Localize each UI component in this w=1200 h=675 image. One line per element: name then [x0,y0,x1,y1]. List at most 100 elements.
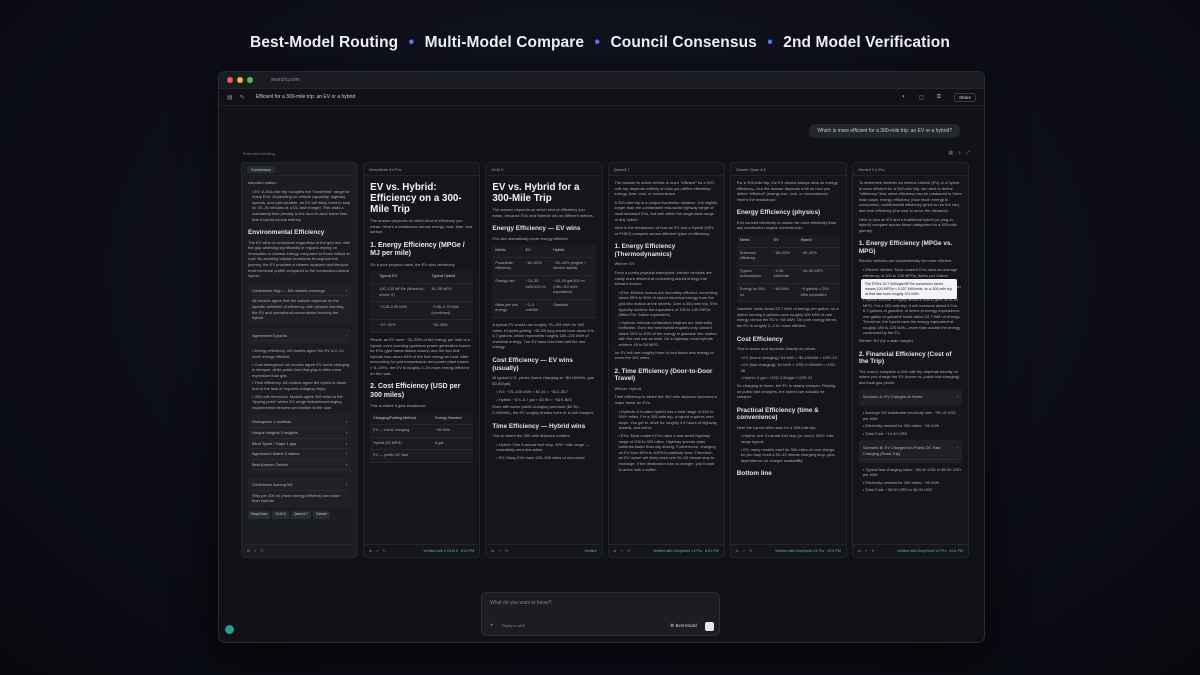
model-name-tag[interactable]: GLM 5 [491,167,503,172]
bullet-text: Energy efficiency: All models agree the … [252,348,344,359]
attach-icon[interactable]: + [490,623,494,629]
summary-row[interactable]: Blind Spots / Gaps 1 gap › [252,439,348,450]
summary-row[interactable]: Agreement 5 points › [252,331,348,342]
summary-row[interactable]: Unique Insights 3 insights › [252,428,348,439]
grid-view-icon[interactable]: ▦ [948,150,953,156]
summary-box[interactable]: Divergence 2 conflicts › Unique Insights 3… [248,414,352,474]
list-view-icon[interactable]: ≡ [958,150,961,156]
table-row: Typical consumption ~0.28 kWh/mile ~45–55 … [736,265,840,285]
model-name-tag[interactable]: Gemini 3.1 Pro [858,167,885,172]
summary-box[interactable]: Confidence Among 5/6 › Why per 300 mi (mor… [248,477,352,508]
model-chip[interactable]: GLM 5 [272,511,289,519]
table-row: Miles per unit energy ~3–4 mi/kWh Gasoline [492,299,596,319]
summary-box[interactable]: Confidence High — 5/6 models converge › Al… [248,282,352,324]
app-window: searchq.com ▤ ✎ Efficient for a 300-mile… [218,71,985,643]
comparison-table: Charging/Fueling Method Energy Needed EV —… [370,412,474,464]
summary-row[interactable]: Agreement Matrix 5 claims › [252,449,348,460]
paragraph: Result: an EV uses ~30–35% of the energy… [370,336,471,376]
chevron-right-icon: › [345,482,348,488]
headline-item-verification: 2nd Model Verification [783,34,950,51]
table-row: Energy use ~25–35 kWh/100 mi ~25–35 gal/10… [492,275,596,300]
copy-icon[interactable]: ⧉ [614,549,617,553]
bookmark-icon[interactable]: ◻ [919,94,924,101]
minimize-window-button[interactable] [237,77,243,83]
model-name-tag[interactable]: Qwen3.7 [614,167,630,172]
summary-row[interactable]: Confidence High — 5/6 models converge › [252,286,348,297]
model-chip[interactable]: DeepSeek [248,511,271,519]
share-icon[interactable]: ↗ [620,549,623,553]
summary-box[interactable]: Agreement 5 points › [248,327,352,345]
copy-icon[interactable]: ⧉ [736,549,739,553]
regenerate-icon[interactable]: ↻ [383,549,386,553]
model-name-tag[interactable]: Consensus [247,165,276,173]
model-name-tag[interactable]: Claude Opus 4.6 [736,167,766,172]
bullet-text: EV: ~75–105 kWh × $0.16 = ~$12–$17 [498,389,569,395]
model-chip[interactable]: Gemini [312,511,330,519]
regenerate-icon[interactable]: ↻ [261,549,264,553]
regenerate-icon[interactable]: ↻ [749,549,752,553]
copy-icon[interactable]: ⧉ [369,549,372,553]
user-avatar[interactable] [225,625,234,634]
comparison-table: Metric EV Hybrid Powertrain efficiency ~80–9… [492,245,596,319]
send-button[interactable] [705,622,714,631]
regenerate-icon[interactable]: ↻ [505,549,508,553]
verified-badge[interactable]: Verified with DeepSeek V4 Pro · 6:01 PM [775,549,841,553]
regenerate-icon[interactable]: ↻ [627,549,630,553]
expand-icon[interactable]: ⤢ [966,150,970,156]
table-row: EV — public DC fast [370,449,474,464]
summary-row[interactable]: Divergence 2 conflicts › [252,417,348,428]
table-row: ~87–92% ~35–38% [370,319,474,333]
table-cell: ~6 gallons ≈ 200 kWh equivalent [797,283,840,303]
model-columns: Consensus standard station. • EV: A 300-mi… [241,162,970,558]
bullet-item: • Hybrid: one 5-minute fuel stop (or non… [741,433,840,444]
close-window-button[interactable] [227,77,233,83]
maximize-window-button[interactable] [247,77,253,83]
chevron-right-icon: › [345,419,348,425]
share-icon[interactable]: ↗ [254,549,257,553]
verified-badge[interactable]: Verified with Z GLM 5 · 6:00 PM [423,549,474,553]
summary-row-label: Confidence High — 5/6 models converge [252,287,325,293]
share-icon[interactable]: ↗ [742,549,745,553]
column-footer: ⧉ ↗ ↻ Verified with DeepSeek V4 Pro · 6:01 … [730,544,846,557]
verified-badge[interactable]: Verified with DeepSeek V4 Pro · 6:01 PM [897,549,963,553]
sidebar-toggle-icon[interactable]: ▤ [227,94,233,101]
model-selector[interactable]: ⌘ Best Model [670,623,697,629]
summary-row[interactable]: Confidence Among 5/6 › [252,480,348,491]
reply-all-toggle[interactable]: Reply in all 6 [502,623,525,628]
summary-row[interactable]: Scenario A: EV Charged at Home › [862,392,959,404]
top-toolbar: ▤ ✎ Efficient for a 300-mile trip: an EV… [219,89,984,106]
share-button[interactable]: Share [953,92,976,102]
copy-icon[interactable]: ⧉ [247,549,250,553]
composer-input[interactable]: What do you want to know? [490,600,551,606]
table-row: ~0.28–0.35 kWh ~0.68–0.75 kWh (combined) [370,301,474,321]
verified-badge[interactable]: Verified with DeepSeek V4 Pro · 6:01 PM [653,549,719,553]
verified-badge[interactable]: Verified [585,549,597,553]
share-icon[interactable]: ↗ [376,549,379,553]
composer[interactable]: What do you want to know? + Reply in all… [481,592,720,636]
thinking-status[interactable]: Extended thinking [243,151,275,156]
summary-row-label: Confidence Among 5/6 [252,482,293,488]
share-icon[interactable]: ↗ [498,549,501,553]
summary-box[interactable]: Scenario B: EV Charged via Public DC Fas… [858,440,963,463]
model-name-tag[interactable]: DeepSeek V4 Pro [369,167,401,172]
bullet-item: • Energy efficiency: All models agree th… [252,348,351,359]
url-bar[interactable]: searchq.com [271,77,300,83]
copy-icon[interactable]: ⧉ [491,549,494,553]
regenerate-icon[interactable]: ↻ [871,549,874,553]
share-icon[interactable]: ↗ [864,549,867,553]
summary-box[interactable]: Scenario A: EV Charged at Home › [858,389,963,407]
model-chip[interactable]: Qwen3.7 [290,511,311,519]
model-column: Consensus standard station. • EV: A 300-mi… [241,162,359,558]
copy-icon[interactable]: ⧉ [937,94,941,101]
summary-row[interactable]: Scenario B: EV Charged via Public DC Fas… [862,443,959,460]
new-chat-icon[interactable]: ✎ [240,94,245,101]
summary-row-label: Unique Insights 3 insights [252,429,298,435]
summary-row[interactable]: Best Answer Gemini › [252,460,348,471]
bullet-text: Total Cost: ~14.40 USD [865,430,908,436]
headline-item-routing: Best-Model Routing [250,34,399,51]
palette-icon[interactable]: ◐ [902,94,906,100]
conversation-title: Efficient for a 300-mile trip: an EV or … [255,94,356,100]
paragraph: Here the hybrid often wins for a 300-mil… [736,424,817,430]
paragraph: Even with some public charging premium (… [492,404,594,415]
copy-icon[interactable]: ⧉ [858,549,861,553]
